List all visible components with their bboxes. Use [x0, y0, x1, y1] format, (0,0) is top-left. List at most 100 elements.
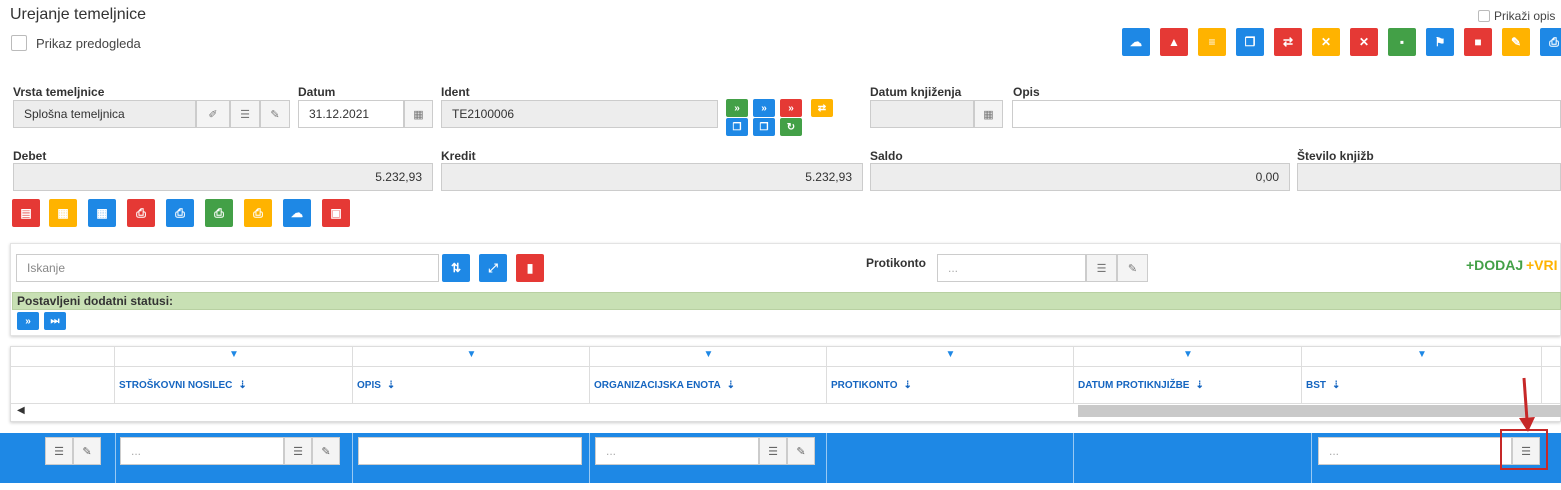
datum-label: Datum [298, 85, 336, 99]
save-icon[interactable]: ▪ [1388, 28, 1416, 56]
sort-icon[interactable]: ⇣ [1332, 380, 1340, 391]
column-header[interactable]: STROŠKOVNI NOSILEC ⇣ [115, 367, 247, 403]
list-icon[interactable]: ☰ [284, 437, 312, 465]
trash-icon[interactable]: ▮ [516, 254, 544, 282]
search-input[interactable]: Iskanje [16, 254, 439, 282]
calendar-icon[interactable]: ▦ [404, 100, 433, 128]
calendar-icon[interactable]: ▦ [974, 100, 1003, 128]
list-icon[interactable]: ☰ [230, 100, 260, 128]
expand-icon[interactable]: ⤢ [479, 254, 507, 282]
data-grid: ▼ STROŠKOVNI NOSILEC ⇣ ▼ OPIS ⇣ ▼ ORGANIZACIJSK… [10, 346, 1561, 422]
cloud-icon[interactable]: ☁ [283, 199, 311, 227]
fast-forward-icon[interactable]: » [726, 99, 748, 117]
eraser-icon[interactable]: ✐ [196, 100, 230, 128]
sort-icon[interactable]: ⇣ [903, 380, 911, 391]
sort-icon[interactable]: ⇣ [727, 380, 735, 391]
column-header[interactable]: DATUM PROTIKNJIŽBE ⇣ [1074, 367, 1204, 403]
retweet-icon[interactable]: ⇄ [1274, 28, 1302, 56]
pdf-icon[interactable]: ▣ [322, 199, 350, 227]
edit-icon[interactable]: ✎ [73, 437, 101, 465]
filter-input-opis[interactable] [358, 437, 582, 465]
edit-icon[interactable]: ✎ [1502, 28, 1530, 56]
ident-label: Ident [441, 85, 470, 99]
sort-icon[interactable]: ⇣ [238, 380, 246, 391]
status-bar: Postavljeni dodatni statusi: [12, 292, 1561, 310]
copy-icon[interactable]: ❐ [1236, 28, 1264, 56]
grid-col-4: ▼ PROTIKONTO ⇣ [827, 347, 1074, 403]
show-description-checkbox[interactable] [1478, 10, 1490, 22]
print-icon[interactable]: ⎙ [205, 199, 233, 227]
pencil-icon[interactable]: ✎ [260, 100, 290, 128]
horizontal-scrollbar[interactable] [1078, 405, 1561, 417]
copy-icon[interactable]: ❐ [726, 118, 748, 136]
step-forward-icon[interactable]: ⏭ [44, 312, 66, 330]
sort-icon[interactable]: ⇅ [442, 254, 470, 282]
sort-icon[interactable]: ⇣ [1195, 380, 1203, 391]
preview-label: Prikaz predogleda [36, 35, 141, 51]
kredit-field: 5.232,93 [441, 163, 863, 191]
filter-icon[interactable]: ▼ [353, 349, 590, 365]
saldo-field: 0,00 [870, 163, 1290, 191]
show-description-toggle[interactable]: Prikaži opis [1478, 9, 1555, 23]
filter-icon[interactable]: ▼ [1302, 349, 1542, 365]
filter-input-stroskovni[interactable]: ... [120, 437, 284, 465]
fast-forward-icon[interactable]: » [17, 312, 39, 330]
table-icon[interactable]: ▦ [49, 199, 77, 227]
print-icon[interactable]: ⎙ [127, 199, 155, 227]
preview-checkbox[interactable] [11, 35, 27, 51]
add-button[interactable]: +DODAJ [1466, 257, 1523, 273]
flag-icon[interactable]: ⚑ [1426, 28, 1454, 56]
kredit-label: Kredit [441, 149, 476, 163]
preview-toggle[interactable]: Prikaz predogleda [11, 35, 141, 51]
eraser-icon[interactable]: ✕ [1312, 28, 1340, 56]
fast-forward-icon[interactable]: » [753, 99, 775, 117]
column-header[interactable]: BST ⇣ [1302, 367, 1340, 403]
refresh-icon[interactable]: ↻ [780, 118, 802, 136]
opis-label: Opis [1013, 85, 1040, 99]
copy-icon[interactable]: ❐ [753, 118, 775, 136]
grid-col-2: ▼ OPIS ⇣ [353, 347, 590, 403]
filter-icon[interactable]: ▼ [590, 349, 827, 365]
document-icon[interactable]: ▤ [12, 199, 40, 227]
protikonto-label: Protikonto [866, 256, 926, 270]
edit-icon[interactable]: ✎ [787, 437, 815, 465]
print-icon[interactable]: ⎙ [1540, 28, 1561, 56]
eraser-icon[interactable]: ✕ [1350, 28, 1378, 56]
datum-field[interactable]: 31.12.2021 [298, 100, 404, 128]
scroll-left-icon[interactable]: ◀ [17, 405, 25, 416]
stevilo-label: Število knjižb [1297, 149, 1374, 163]
column-header[interactable]: ORGANIZACIJSKA ENOTA ⇣ [590, 367, 735, 403]
filter-icon[interactable]: ▼ [1074, 349, 1302, 365]
more-button[interactable]: +VRI [1526, 257, 1558, 273]
stevilo-field [1297, 163, 1561, 191]
print-icon[interactable]: ⎙ [244, 199, 272, 227]
table-icon[interactable]: ▦ [88, 199, 116, 227]
list-icon[interactable]: ☰ [759, 437, 787, 465]
opis-field[interactable] [1012, 100, 1561, 128]
grid-col-1: ▼ STROŠKOVNI NOSILEC ⇣ [115, 347, 353, 403]
filter-input-org[interactable]: ... [595, 437, 759, 465]
page-title: Urejanje temeljnice [10, 6, 147, 23]
warning-icon[interactable]: ▲ [1160, 28, 1188, 56]
ident-field[interactable]: TE2100006 [441, 100, 718, 128]
cloud-icon[interactable]: ☁ [1122, 28, 1150, 56]
list-icon[interactable]: ☰ [45, 437, 73, 465]
protikonto-input[interactable]: ... [937, 254, 1086, 282]
column-header[interactable]: PROTIKONTO ⇣ [827, 367, 912, 403]
edit-icon[interactable]: ✎ [312, 437, 340, 465]
filter-icon[interactable]: ▼ [827, 349, 1074, 365]
sort-icon[interactable]: ⇣ [387, 380, 395, 391]
column-header[interactable]: OPIS ⇣ [353, 367, 395, 403]
filter-icon[interactable]: ▼ [115, 349, 353, 365]
filter-input-bst[interactable]: ... [1318, 437, 1512, 465]
fast-forward-icon[interactable]: » [780, 99, 802, 117]
lock-icon[interactable]: ■ [1464, 28, 1492, 56]
vrsta-label: Vrsta temeljnice [13, 85, 105, 99]
vrsta-field[interactable]: Splošna temeljnica [13, 100, 196, 128]
print-icon[interactable]: ⎙ [166, 199, 194, 227]
list-icon[interactable]: ☰ [1086, 254, 1117, 282]
datum-knjizenja-field[interactable] [870, 100, 974, 128]
edit-icon[interactable]: ✎ [1117, 254, 1148, 282]
retweet-icon[interactable]: ⇄ [811, 99, 833, 117]
list-icon[interactable]: ≡ [1198, 28, 1226, 56]
